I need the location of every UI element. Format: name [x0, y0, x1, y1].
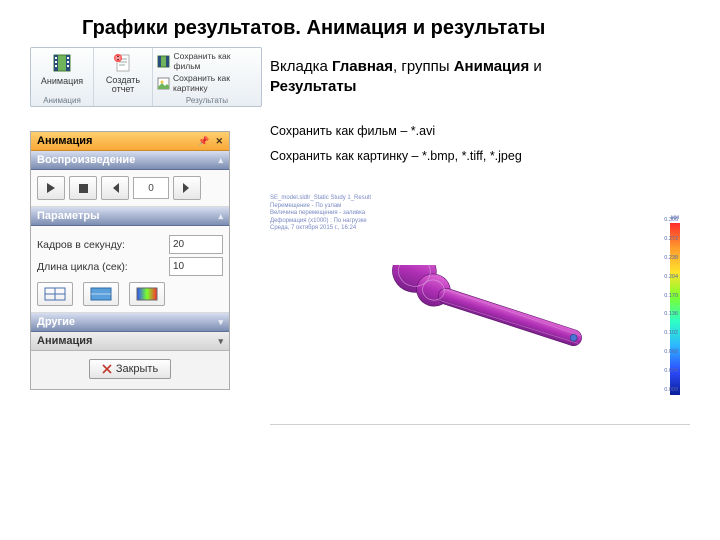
report-icon [111, 51, 135, 75]
next-frame-button[interactable] [173, 176, 201, 200]
section-parameters-header[interactable]: Параметры▴ [31, 207, 229, 226]
fps-label: Кадров в секунду: [37, 239, 125, 251]
divider [270, 424, 690, 425]
section-playback-body: 0 [31, 170, 229, 207]
preview-meta-text: SE_model.sldlr_Static Study 1_Result Пер… [270, 195, 371, 233]
section-animation2-header[interactable]: Анимация▾ [31, 332, 229, 351]
subtitle-text: Вкладка Главная, группы Анимация и Резул… [270, 57, 630, 98]
picture-icon [157, 76, 170, 90]
save-as-movie-label: Сохранить как фильм [174, 51, 257, 71]
movie-icon [157, 54, 171, 68]
ribbon-animation-button[interactable]: Анимация Анимация [31, 48, 94, 106]
ribbon-results-group: Результаты [153, 96, 261, 105]
save-as-movie-item[interactable]: Сохранить как фильм [157, 51, 257, 71]
section-playback-header[interactable]: Воспроизведение▴ [31, 151, 229, 170]
panel-footer: Закрыть [31, 351, 229, 389]
ribbon-report-button[interactable]: Создать отчет [94, 48, 153, 106]
pin-icon[interactable]: 📌 [198, 136, 209, 147]
ribbon-animation-label: Анимация [41, 76, 83, 86]
chevron-up-icon: ▴ [218, 211, 223, 222]
save-as-picture-label: Сохранить как картинку [173, 73, 257, 93]
close-button[interactable]: Закрыть [89, 359, 171, 379]
animation-panel: Анимация 📌 ✕ Воспроизведение▴ 0 Параметр… [30, 131, 230, 390]
film-icon [50, 51, 74, 75]
close-icon[interactable]: ✕ [215, 136, 223, 147]
ribbon-report-label: Создать отчет [106, 76, 140, 94]
frame-number-field[interactable]: 0 [133, 177, 169, 199]
x-icon [102, 364, 112, 374]
mode-shaded-button[interactable] [83, 282, 119, 306]
chevron-down-icon: ▾ [218, 317, 223, 328]
cycle-label: Длина цикла (сек): [37, 261, 128, 273]
chevron-down-icon: ▾ [218, 336, 223, 347]
note-save-picture: Сохранить как картинку – *.bmp, *.tiff, … [270, 149, 522, 163]
ribbon-toolbar: Анимация Анимация Создать отчет Сохранит… [30, 47, 262, 107]
mode-contour-button[interactable] [129, 282, 165, 306]
ribbon-results-menu: Сохранить как фильм Сохранить как картин… [153, 48, 261, 106]
model-wrench-icon [375, 265, 605, 375]
play-button[interactable] [37, 176, 65, 200]
chevron-up-icon: ▴ [218, 155, 223, 166]
mode-wireframe-button[interactable] [37, 282, 73, 306]
model-preview: SE_model.sldlr_Static Study 1_Result Пер… [270, 195, 690, 415]
section-animation-header[interactable]: Анимация 📌 ✕ [31, 132, 229, 151]
ribbon-animation-group: Анимация [31, 96, 93, 105]
stop-button[interactable] [69, 176, 97, 200]
slide-title: Графики результатов. Анимация и результа… [82, 17, 545, 40]
section-other-header[interactable]: Другие▾ [31, 313, 229, 332]
save-as-picture-item[interactable]: Сохранить как картинку [157, 73, 257, 93]
cycle-input[interactable]: 10 [169, 257, 223, 276]
prev-frame-button[interactable] [101, 176, 129, 200]
legend-ticks: 0.3060.2720.2380.2040.1700.1360.1020.068… [664, 217, 678, 393]
section-parameters-body: Кадров в секунду: 20 Длина цикла (сек): … [31, 226, 229, 313]
fps-input[interactable]: 20 [169, 235, 223, 254]
note-save-movie: Сохранить как фильм – *.avi [270, 124, 435, 138]
